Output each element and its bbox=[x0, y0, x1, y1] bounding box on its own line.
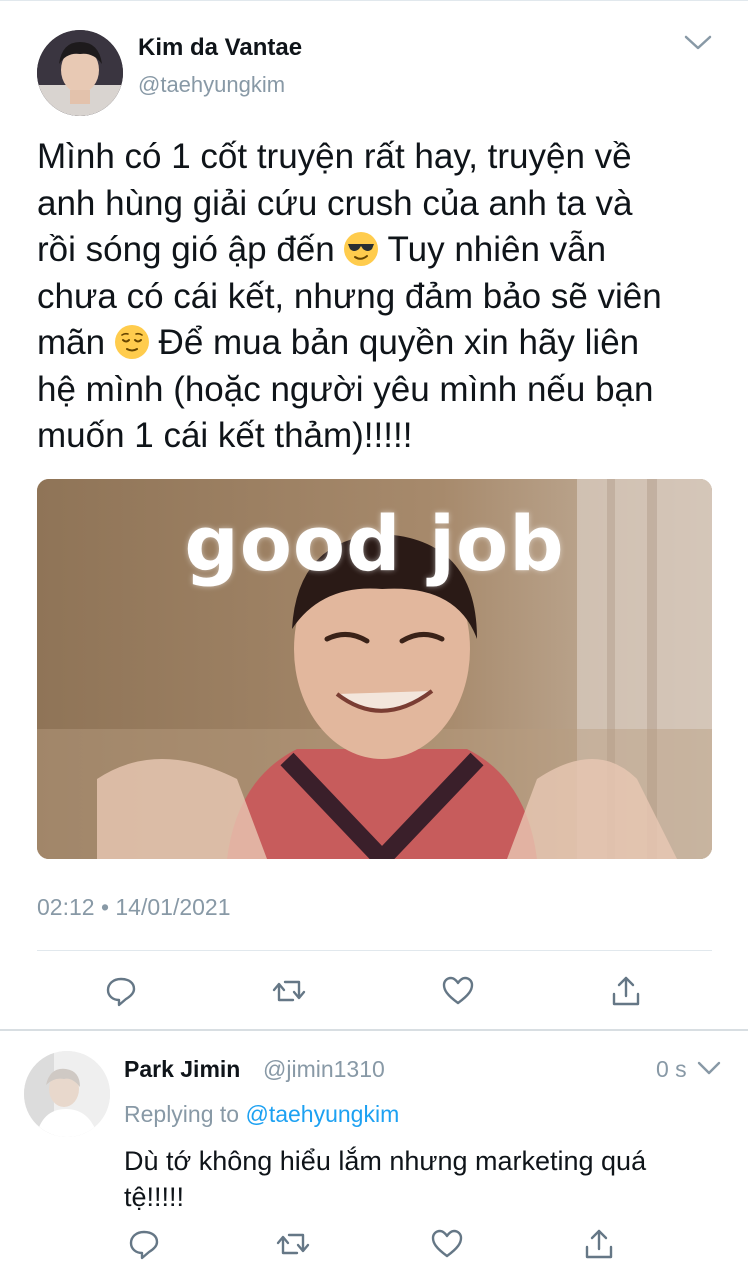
username-handle[interactable]: @taehyungkim bbox=[138, 72, 285, 98]
reply-icon[interactable] bbox=[124, 1224, 164, 1264]
chevron-down-icon[interactable] bbox=[682, 32, 714, 54]
tweet-media-image[interactable]: good job bbox=[37, 479, 712, 859]
replying-to-mention[interactable]: @taehyungkim bbox=[245, 1101, 399, 1127]
tweet-text: Mình có 1 cốt truyện rất hay, truyện về … bbox=[37, 134, 717, 460]
reply-display-name[interactable]: Park Jimin bbox=[124, 1056, 240, 1083]
divider bbox=[37, 950, 712, 951]
top-border bbox=[0, 0, 748, 1]
reply-username-handle[interactable]: @jimin1310 bbox=[263, 1056, 385, 1083]
chevron-down-icon[interactable] bbox=[696, 1058, 722, 1078]
reply-text: Dù tớ không hiểu lắm nhưng marketing quá… bbox=[124, 1146, 647, 1212]
sunglasses-emoji bbox=[344, 232, 379, 266]
tweet-timestamp[interactable]: 02:12 • 14/01/2021 bbox=[37, 894, 231, 921]
retweet-icon[interactable] bbox=[273, 1224, 313, 1264]
like-icon[interactable] bbox=[427, 1224, 467, 1264]
relieved-face-emoji bbox=[114, 325, 149, 359]
retweet-icon[interactable] bbox=[269, 971, 309, 1011]
replying-to: Replying to @taehyungkim bbox=[124, 1101, 399, 1128]
reply-time: 0 s bbox=[656, 1056, 687, 1082]
display-name[interactable]: Kim da Vantae bbox=[138, 34, 302, 62]
avatar[interactable] bbox=[37, 30, 123, 116]
reply-avatar[interactable] bbox=[24, 1051, 110, 1137]
media-caption: good job bbox=[184, 499, 565, 588]
replying-to-label: Replying to bbox=[124, 1101, 246, 1127]
reply-icon[interactable] bbox=[101, 971, 141, 1011]
section-divider bbox=[0, 1029, 748, 1031]
share-icon[interactable] bbox=[579, 1224, 619, 1264]
share-icon[interactable] bbox=[606, 971, 646, 1011]
like-icon[interactable] bbox=[438, 971, 478, 1011]
